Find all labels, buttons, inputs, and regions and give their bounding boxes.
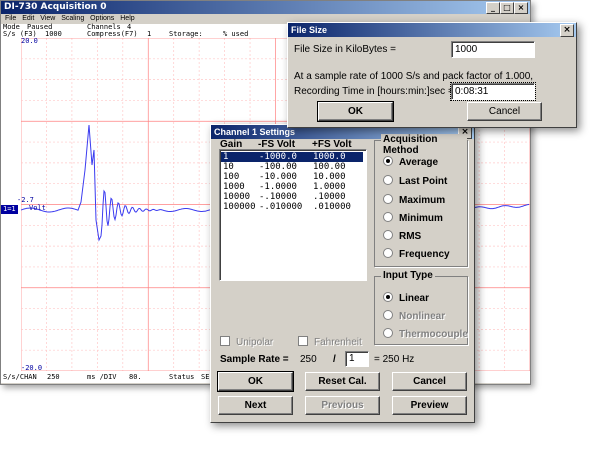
radio-icon <box>383 310 393 320</box>
pos-fs-value: 100.00 <box>313 162 346 172</box>
status-value: SE <box>201 373 210 381</box>
gain-value: 10000 <box>223 192 251 202</box>
radio-icon <box>383 194 393 204</box>
radio-selected-icon <box>383 292 393 302</box>
checkbox-icon <box>220 336 230 346</box>
neg-fs-value: -100.00 <box>259 162 297 172</box>
channel-cancel-button[interactable]: Cancel <box>392 372 467 391</box>
radio-icon <box>383 328 393 338</box>
previous-button[interactable]: Previous <box>305 396 380 415</box>
acquisition-method-group: Acquisition Method Average Last Point Ma… <box>374 134 468 267</box>
rate-divisor-input[interactable]: 1 <box>345 351 369 367</box>
gain-value: 100000 <box>223 202 256 212</box>
pos-fs-value: 10.000 <box>313 172 346 182</box>
pos-fs-value: .010000 <box>313 202 351 212</box>
main-title-bar[interactable]: DI-730 Acquisition 0 <box>1 1 530 14</box>
rate-slash: / <box>333 354 336 365</box>
sample-rate-number: 250 <box>300 354 317 365</box>
status-label: Status <box>169 373 195 381</box>
radio-linear[interactable]: Linear <box>383 292 429 304</box>
gain-row[interactable]: 1000 -1.0000 1.0000 <box>221 182 363 192</box>
maximize-icon[interactable]: □ <box>500 2 514 14</box>
neg-fs-value: -1.0000 <box>259 182 297 192</box>
fahrenheit-checkbox[interactable]: Fahrenheit <box>298 336 362 348</box>
input-type-group: Input Type Linear Nonlinear Thermocouple <box>374 270 468 345</box>
sps-chan-value: 250 <box>47 373 60 381</box>
compress-label: Compress(F7) <box>87 30 138 38</box>
menu-view[interactable]: View <box>40 15 55 22</box>
storage-label: Storage: <box>169 30 203 38</box>
gain-value: 1000 <box>223 182 245 192</box>
channel-tag[interactable]: 1=1 <box>1 205 18 214</box>
channel-dialog-title: Channel 1 Settings <box>214 127 296 137</box>
close-icon[interactable]: × <box>514 2 528 14</box>
next-button[interactable]: Next <box>218 396 293 415</box>
neg-fs-value: -.010000 <box>259 202 303 212</box>
radio-icon <box>383 175 393 185</box>
file-size-input[interactable]: 1000 <box>451 41 535 58</box>
recording-time-label: Recording Time in [hours:min:]sec = <box>294 86 454 97</box>
menu-edit[interactable]: Edit <box>22 15 34 22</box>
radio-icon <box>383 212 393 222</box>
radio-icon <box>383 230 393 240</box>
file-size-title: File Size <box>291 25 328 35</box>
radio-icon <box>383 248 393 258</box>
rate-result: = 250 Hz <box>374 354 415 365</box>
sample-rate-value[interactable]: 1000 <box>45 31 62 38</box>
reset-cal-button[interactable]: Reset Cal. <box>305 372 380 391</box>
neg-fs-value: -1000.0 <box>259 152 297 162</box>
pos-fs-value: 1.0000 <box>313 182 346 192</box>
radio-thermocouple[interactable]: Thermocouple <box>383 328 468 340</box>
radio-frequency[interactable]: Frequency <box>383 248 450 260</box>
acquisition-method-title: Acquisition Method <box>381 134 467 156</box>
radio-minimum[interactable]: Minimum <box>383 212 443 224</box>
checkbox-icon <box>298 336 308 346</box>
gain-list[interactable]: 1 -1000.0 1000.0 10 -100.00 100.00 100 -… <box>219 149 367 281</box>
menu-options[interactable]: Options <box>90 15 114 22</box>
neg-fs-value: -10.000 <box>259 172 297 182</box>
minimize-icon[interactable]: _ <box>486 2 500 14</box>
axis-top-label: 20.0 <box>21 37 38 45</box>
file-size-cancel-button[interactable]: Cancel <box>467 102 542 121</box>
file-size-ok-button[interactable]: OK <box>317 101 394 122</box>
axis-mid-value: -2.7 <box>17 196 34 204</box>
sps-chan-label: S/s/CHAN <box>3 373 37 381</box>
gain-row[interactable]: 1 -1000.0 1000.0 <box>221 152 363 162</box>
gain-value: 10 <box>223 162 234 172</box>
gain-value: 1 <box>223 152 229 162</box>
main-window-title: DI-730 Acquisition 0 <box>4 2 107 12</box>
gain-row[interactable]: 100000 -.010000 .010000 <box>221 202 363 212</box>
radio-rms[interactable]: RMS <box>383 230 421 242</box>
radio-last-point[interactable]: Last Point <box>383 175 447 187</box>
radio-maximum[interactable]: Maximum <box>383 194 445 206</box>
ms-div-label: ms /DIV <box>87 373 117 381</box>
gain-value: 100 <box>223 172 240 182</box>
preview-button[interactable]: Preview <box>392 396 467 415</box>
gain-row[interactable]: 100 -10.000 10.000 <box>221 172 363 182</box>
file-size-close-icon[interactable]: × <box>560 24 574 37</box>
radio-selected-icon <box>383 156 393 166</box>
sample-rate-text: Sample Rate = <box>220 354 289 365</box>
radio-nonlinear[interactable]: Nonlinear <box>383 310 445 322</box>
pos-fs-value: 1000.0 <box>313 152 346 162</box>
gain-row[interactable]: 10 -100.00 100.00 <box>221 162 363 172</box>
file-size-label: File Size in KiloBytes = <box>294 44 396 55</box>
menu-file[interactable]: File <box>5 15 16 22</box>
pos-fs-value: .10000 <box>313 192 346 202</box>
input-type-title: Input Type <box>381 270 435 281</box>
ms-div-value: 80. <box>129 373 142 381</box>
file-size-title-bar[interactable]: File Size <box>288 23 576 37</box>
sample-rate-info: At a sample rate of 1000 S/s and pack fa… <box>294 71 534 82</box>
gain-row[interactable]: 10000 -.10000 .10000 <box>221 192 363 202</box>
unipolar-checkbox[interactable]: Unipolar <box>220 336 273 348</box>
radio-average[interactable]: Average <box>383 156 438 168</box>
menu-scaling[interactable]: Scaling <box>61 15 84 22</box>
channel-ok-button[interactable]: OK <box>217 371 294 392</box>
menu-help[interactable]: Help <box>120 15 134 22</box>
neg-fs-value: -.10000 <box>259 192 297 202</box>
storage-used: % used <box>223 30 249 38</box>
recording-time-input[interactable]: 0:08:31 <box>450 82 536 101</box>
compress-value[interactable]: 1 <box>147 31 151 38</box>
